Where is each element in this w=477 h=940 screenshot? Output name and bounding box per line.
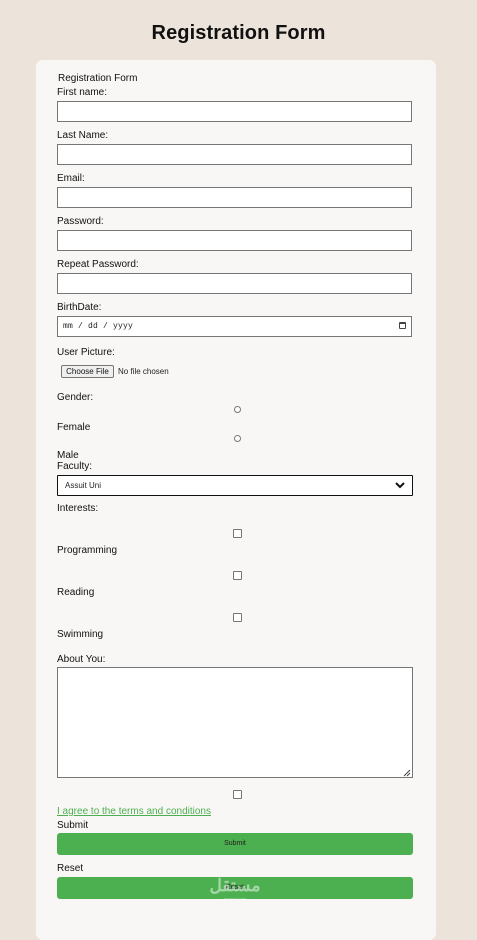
interests-label: Interests: (57, 503, 99, 514)
first-name-input[interactable] (57, 101, 412, 122)
faculty-label: Faculty: (57, 461, 93, 472)
watermark-subtext: mostaql.com (223, 896, 247, 901)
interest-swimming-checkbox[interactable] (233, 613, 242, 622)
resize-grip-icon[interactable] (402, 768, 411, 777)
interest-reading-label: Reading (57, 587, 95, 598)
about-you-textarea[interactable] (57, 667, 413, 778)
birthdate-input[interactable]: mm / dd / yyyy (57, 316, 412, 337)
submit-label: Submit (57, 820, 89, 831)
chevron-down-icon (395, 482, 405, 489)
watermark-text: مستقل (209, 876, 261, 895)
interest-programming-label: Programming (57, 545, 118, 556)
first-name-label: First name: (57, 87, 108, 98)
last-name-input[interactable] (57, 144, 412, 165)
faculty-select[interactable]: Assuit Uni (57, 475, 413, 496)
gender-female-radio[interactable] (234, 406, 241, 413)
gender-male-radio[interactable] (234, 435, 241, 442)
interest-programming-checkbox[interactable] (233, 529, 242, 538)
form-legend: Registration Form (58, 73, 138, 84)
email-input[interactable] (57, 187, 412, 208)
gender-label: Gender: (57, 392, 94, 403)
gender-female-label: Female (57, 422, 91, 433)
submit-button[interactable]: Submit (57, 833, 413, 855)
terms-link[interactable]: I agree to the terms and conditions (57, 806, 211, 817)
interest-swimming-label: Swimming (57, 629, 104, 640)
about-you-label: About You: (57, 654, 106, 665)
birthdate-label: BirthDate: (57, 302, 102, 313)
password-input[interactable] (57, 230, 412, 251)
page-title: Registration Form (151, 22, 326, 44)
user-picture-label: User Picture: (57, 347, 115, 358)
file-status: No file chosen (118, 367, 169, 376)
watermark-logo: مستقل mostaql.com (204, 876, 266, 904)
reset-label: Reset (57, 863, 84, 874)
faculty-selected-value: Assuit Uni (65, 481, 102, 490)
terms-checkbox[interactable] (233, 790, 242, 799)
choose-file-button[interactable]: Choose File (61, 365, 114, 378)
registration-form: Registration Form First name: Last Name:… (36, 60, 436, 940)
last-name-label: Last Name: (57, 130, 109, 141)
interest-reading-checkbox[interactable] (233, 571, 242, 580)
password-label: Password: (57, 216, 104, 227)
repeat-password-input[interactable] (57, 273, 412, 294)
email-label: Email: (57, 173, 85, 184)
calendar-icon[interactable] (399, 322, 406, 329)
repeat-password-label: Repeat Password: (57, 259, 139, 270)
birthdate-placeholder: mm / dd / yyyy (63, 322, 134, 331)
